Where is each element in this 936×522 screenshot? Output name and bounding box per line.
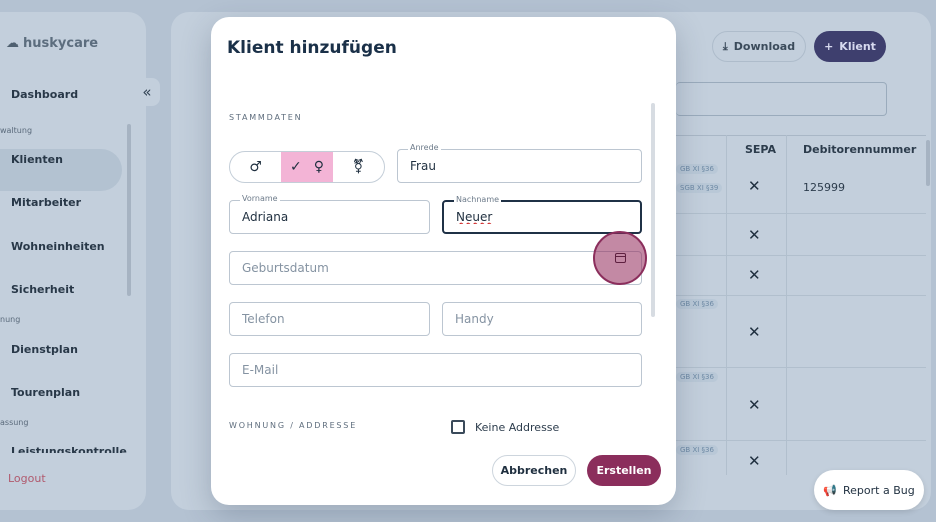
handy-field[interactable] (442, 302, 642, 336)
download-button[interactable]: ⤓ Download (712, 31, 806, 62)
column-header-sepa[interactable]: SEPA (745, 143, 776, 156)
row-divider (676, 295, 926, 296)
collapse-sidebar-icon[interactable]: « (134, 78, 160, 106)
table-header-divider (676, 135, 926, 136)
vorname-field[interactable]: Vorname (229, 194, 430, 234)
report-bug-button[interactable]: 📢 Report a Bug (814, 470, 924, 510)
cancel-button[interactable]: Abbrechen (492, 455, 576, 486)
handy-input[interactable] (455, 303, 629, 335)
keine-addresse-label: Keine Addresse (475, 420, 560, 434)
calendar-icon (614, 253, 626, 263)
sidebar-scrollbar[interactable] (127, 124, 131, 296)
row-divider (676, 213, 926, 214)
anrede-field[interactable]: Anrede (397, 143, 642, 183)
gender-diverse-option[interactable]: ⚧ (333, 152, 384, 182)
modal-title: Klient hinzufügen (227, 38, 397, 58)
date-picker-button[interactable] (593, 231, 647, 285)
email-input[interactable] (242, 354, 629, 386)
plus-icon: + (824, 40, 834, 53)
logo-text: huskycare (23, 36, 99, 51)
nachname-input[interactable] (456, 202, 628, 232)
keine-addresse-row[interactable]: Keine Addresse (451, 420, 559, 434)
sidebar-item-tourenplan[interactable]: Tourenplan (11, 386, 80, 399)
row-divider (676, 255, 926, 256)
gender-selector: ♂ ✓ ♀ ⚧ (229, 151, 385, 183)
sidebar-section-label: assung (0, 418, 29, 427)
close-icon: ✕ (748, 177, 761, 195)
sidebar-item-leistungskontrolle[interactable]: Leistungskontrolle (11, 445, 127, 453)
nachname-field[interactable]: Nachname (442, 195, 642, 234)
modal-scrollbar[interactable] (651, 103, 655, 317)
section-wohnung: WOHNUNG / ADDRESSE (229, 421, 358, 430)
transgender-icon: ⚧ (352, 159, 365, 175)
sidebar: ☁ huskycare Dashboard waltung Klienten M… (0, 12, 146, 510)
gender-male-option[interactable]: ♂ (230, 152, 281, 182)
service-tag: GB XI §36 (676, 164, 718, 174)
sidebar-item-dienstplan[interactable]: Dienstplan (11, 343, 78, 356)
husky-logo-icon: ☁ (6, 36, 19, 51)
service-tag: SGB XI §39 (676, 183, 723, 193)
section-stammdaten: STAMMDATEN (229, 113, 303, 122)
check-icon: ✓ (289, 159, 302, 175)
keine-addresse-checkbox[interactable] (451, 420, 465, 434)
email-field[interactable] (229, 353, 642, 387)
male-icon: ♂ (249, 159, 262, 175)
search-input[interactable] (676, 82, 887, 116)
sidebar-item-sicherheit[interactable]: Sicherheit (11, 283, 74, 296)
anrede-input[interactable] (410, 150, 629, 182)
create-button[interactable]: Erstellen (587, 455, 661, 486)
sidebar-item-mitarbeiter[interactable]: Mitarbeiter (11, 196, 81, 209)
telefon-input[interactable] (242, 303, 417, 335)
logout-link[interactable]: Logout (8, 472, 46, 485)
service-tag: GB XI §36 (676, 445, 718, 455)
geburtsdatum-input[interactable] (242, 252, 629, 284)
telefon-field[interactable] (229, 302, 430, 336)
close-icon: ✕ (748, 323, 761, 341)
column-divider (786, 135, 787, 475)
service-tag: GB XI §36 (676, 299, 718, 309)
sidebar-section-label: nung (0, 315, 21, 324)
close-icon: ✕ (748, 266, 761, 284)
row-divider (676, 440, 926, 441)
column-divider (726, 135, 727, 475)
sidebar-item-dashboard[interactable]: Dashboard (11, 88, 78, 101)
column-header-debitorennummer[interactable]: Debitorennummer (803, 143, 916, 156)
add-client-button[interactable]: + Klient (814, 31, 886, 62)
gender-female-option[interactable]: ✓ ♀ (281, 152, 333, 182)
sidebar-section-label: waltung (0, 126, 33, 135)
close-icon: ✕ (748, 396, 761, 414)
download-icon: ⤓ (722, 39, 728, 53)
row-divider (676, 367, 926, 368)
sidebar-item-klienten[interactable]: Klienten (11, 153, 63, 166)
debitor-number: 125999 (803, 181, 845, 194)
close-icon: ✕ (748, 226, 761, 244)
vorname-input[interactable] (242, 201, 417, 233)
logo: ☁ huskycare (6, 36, 98, 51)
add-client-modal: Klient hinzufügen STAMMDATEN ♂ ✓ ♀ ⚧ Anr… (211, 17, 676, 505)
table-scrollbar[interactable] (926, 140, 930, 186)
megaphone-icon: 📢 (823, 483, 837, 497)
sidebar-item-wohneinheiten[interactable]: Wohneinheiten (11, 240, 105, 253)
close-icon: ✕ (748, 452, 761, 470)
geburtsdatum-field[interactable] (229, 251, 642, 285)
service-tag: GB XI §36 (676, 372, 718, 382)
female-icon: ♀ (313, 159, 324, 175)
